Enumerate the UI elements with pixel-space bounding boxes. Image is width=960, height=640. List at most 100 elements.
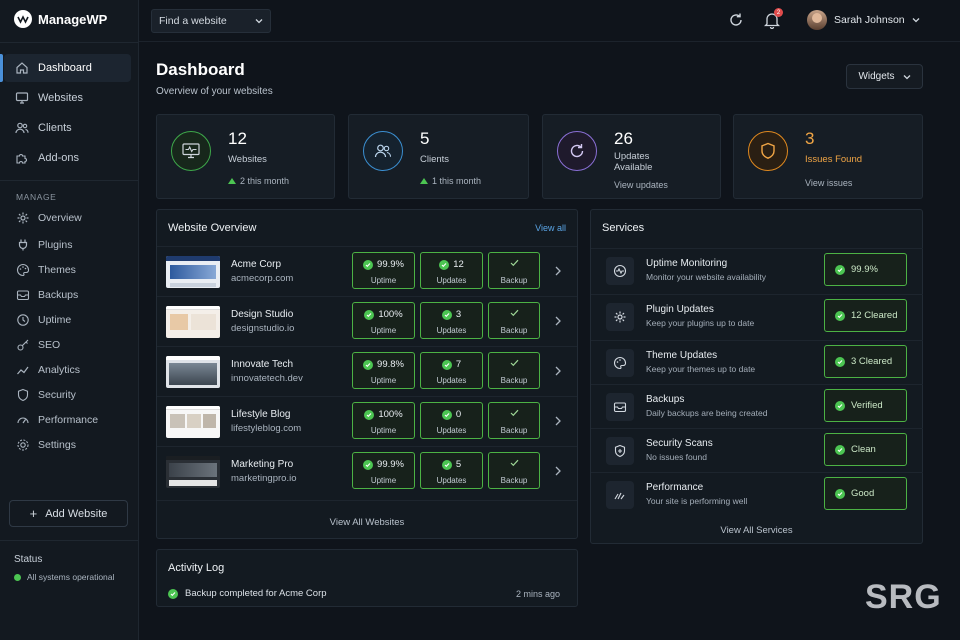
check-circle-icon (168, 588, 178, 599)
activity-text: Backup completed for Acme Corp (185, 588, 327, 599)
uptime-metric[interactable]: 99.8% Uptime (352, 352, 415, 389)
sidebar-item-label: Dashboard (38, 62, 92, 74)
sidebar-item-analytics[interactable]: Analytics (4, 359, 131, 381)
sidebar-item-overview[interactable]: Overview (4, 207, 131, 229)
pulse-icon (606, 257, 634, 285)
stat-icon-ring (171, 131, 211, 171)
uptime-value: 100% (378, 309, 403, 320)
sidebar-item-themes[interactable]: Themes (4, 259, 131, 281)
sidebar-item-label: SEO (38, 339, 61, 351)
sidebar-item-plugins[interactable]: Plugins (4, 234, 131, 256)
view-all-websites-link[interactable]: View All Websites (157, 517, 577, 528)
refresh-icon[interactable] (728, 12, 744, 28)
service-desc: Daily backups are being created (646, 408, 768, 418)
stat-footer: 2 this month (228, 176, 289, 186)
activity-time: 2 mins ago (515, 588, 560, 599)
backup-metric[interactable]: Backup (488, 352, 540, 389)
service-status-badge[interactable]: Clean (824, 433, 907, 466)
sidebar-item-add-ons[interactable]: Add-ons (4, 144, 131, 172)
updates-metric[interactable]: 12 Updates (420, 252, 483, 289)
user-menu[interactable]: Sarah Johnson (807, 10, 920, 30)
check-circle-icon (364, 309, 375, 320)
chevron-right-icon[interactable] (554, 265, 562, 277)
status-dot-icon (14, 573, 21, 581)
service-status-badge[interactable]: Good (824, 477, 907, 510)
list-item[interactable]: Backup completed for Acme Corp 2 mins ag… (168, 588, 560, 599)
table-row[interactable]: Design Studio designstudio.io 100% Uptim… (157, 296, 577, 346)
service-status: Verified (851, 400, 883, 411)
updates-metric[interactable]: 5 Updates (420, 452, 483, 489)
service-item-theme-updates[interactable]: Theme Updates Keep your themes up to dat… (591, 340, 923, 384)
uptime-value: 100% (378, 409, 403, 420)
view-all-services-link[interactable]: View All Services (591, 525, 922, 536)
table-row[interactable]: Acme Corp acmecorp.com 99.9% Uptime 12 U… (157, 246, 577, 296)
sidebar-item-dashboard[interactable]: Dashboard (0, 54, 131, 82)
chevron-right-icon[interactable] (554, 465, 562, 477)
palette-icon (606, 349, 634, 377)
table-row[interactable]: Lifestyle Blog lifestyleblog.com 100% Up… (157, 396, 577, 446)
backup-metric[interactable]: Backup (488, 252, 540, 289)
divider (157, 500, 577, 501)
uptime-metric[interactable]: 99.9% Uptime (352, 452, 415, 489)
sidebar-item-uptime[interactable]: Uptime (4, 309, 131, 331)
service-status-badge[interactable]: 12 Cleared (824, 299, 907, 332)
backup-metric[interactable]: Backup (488, 402, 540, 439)
table-row[interactable]: Marketing Pro marketingpro.io 99.9% Upti… (157, 446, 577, 496)
sidebar-item-seo[interactable]: SEO (4, 334, 131, 356)
service-status-badge[interactable]: 99.9% (824, 253, 907, 286)
service-desc: No issues found (646, 452, 707, 462)
updates-label: Updates (436, 376, 467, 385)
sidebar-item-settings[interactable]: Settings (4, 434, 131, 456)
chevron-right-icon[interactable] (554, 365, 562, 377)
uptime-value: 99.9% (377, 259, 404, 270)
service-status: 12 Cleared (851, 310, 898, 321)
chevron-right-icon[interactable] (554, 415, 562, 427)
chevron-right-icon[interactable] (554, 315, 562, 327)
service-status-badge[interactable]: Verified (824, 389, 907, 422)
stat-card-updates[interactable]: 26 Updates Available View updates (542, 114, 721, 199)
view-all-link[interactable]: View all (535, 223, 566, 233)
service-item-security-scans[interactable]: Security Scans No issues found Clean (591, 428, 923, 472)
service-status-badge[interactable]: 3 Cleared (824, 345, 907, 378)
sidebar-item-security[interactable]: Security (4, 384, 131, 406)
stat-card-clients[interactable]: 5 Clients 1 this month (348, 114, 529, 199)
add-website-button[interactable]: + Add Website (9, 500, 128, 527)
logo[interactable]: ManageWP (14, 10, 107, 28)
updates-metric[interactable]: 0 Updates (420, 402, 483, 439)
updates-metric[interactable]: 3 Updates (420, 302, 483, 339)
service-item-backups[interactable]: Backups Daily backups are being created … (591, 384, 923, 428)
site-name: Innovate Tech (231, 359, 294, 370)
uptime-metric[interactable]: 100% Uptime (352, 402, 415, 439)
stat-card-websites[interactable]: 12 Websites 2 this month (156, 114, 335, 199)
service-status: 99.9% (851, 264, 878, 275)
sidebar-item-label: Performance (38, 414, 99, 426)
stat-footer[interactable]: View issues (805, 178, 852, 188)
stat-card-issues[interactable]: 3 Issues Found View issues (733, 114, 923, 199)
activity-log-panel: Activity Log Backup completed for Acme C… (156, 549, 578, 607)
updates-label: Updates (436, 476, 467, 485)
sidebar-item-backups[interactable]: Backups (4, 284, 131, 306)
service-item-plugin-updates[interactable]: Plugin Updates Keep your plugins up to d… (591, 294, 923, 338)
stat-label: Issues Found (805, 154, 863, 165)
sidebar-item-websites[interactable]: Websites (4, 84, 131, 112)
avatar (807, 10, 827, 30)
sidebar-item-performance[interactable]: Performance (4, 409, 131, 431)
user-name: Sarah Johnson (834, 14, 905, 26)
backup-metric[interactable]: Backup (488, 302, 540, 339)
service-item-uptime[interactable]: Uptime Monitoring Monitor your website a… (591, 248, 923, 292)
updates-metric[interactable]: 7 Updates (420, 352, 483, 389)
backup-metric[interactable]: Backup (488, 452, 540, 489)
website-overview-panel: Website Overview View all Acme Corp acme… (156, 209, 578, 539)
sidebar-item-label: Uptime (38, 314, 72, 326)
stat-footer-text: View updates (614, 180, 668, 190)
widgets-button[interactable]: Widgets (846, 64, 923, 89)
table-row[interactable]: Innovate Tech innovatetech.dev 99.8% Upt… (157, 346, 577, 396)
shield-plus-icon (606, 437, 634, 465)
stat-footer[interactable]: View updates (614, 180, 668, 190)
uptime-metric[interactable]: 100% Uptime (352, 302, 415, 339)
sidebar-item-clients[interactable]: Clients (4, 114, 131, 142)
uptime-metric[interactable]: 99.9% Uptime (352, 252, 415, 289)
find-website-dropdown[interactable]: Find a website (151, 9, 271, 33)
inbox-icon (606, 393, 634, 421)
service-item-performance[interactable]: Performance Your site is performing well… (591, 472, 923, 516)
